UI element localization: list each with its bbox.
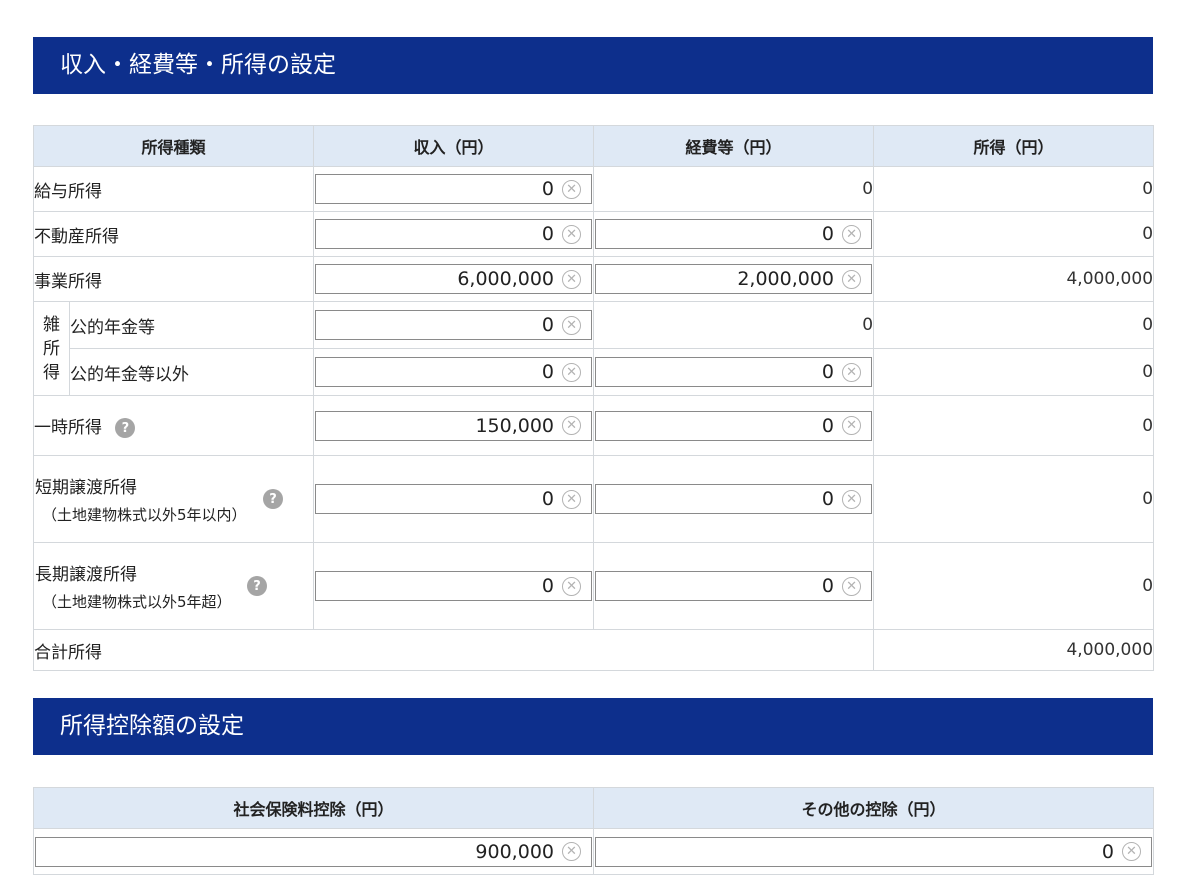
row-total: 合計所得 4,000,000 — [32, 629, 1155, 671]
row-fudosan: 不動産所得 0 ✕ 0 ✕ 0 — [32, 211, 1155, 257]
income-value: 0 — [541, 488, 555, 510]
deduction-row: 900,000 ✕ 0 ✕ — [33, 828, 1154, 875]
row-label: 公的年金等 — [68, 301, 315, 349]
row-nenkin: 雑所得 公的年金等 0 ✕ 0 0 — [33, 301, 1155, 396]
income-input[interactable]: 150,000 ✕ — [315, 410, 593, 441]
total-value: 4,000,000 — [873, 629, 1155, 671]
header-income-type: 所得種類 — [32, 125, 315, 167]
expense-input[interactable]: 0 ✕ — [595, 410, 873, 441]
expense-input[interactable]: 0 ✕ — [595, 357, 873, 387]
clear-circle-icon[interactable]: ✕ — [842, 489, 862, 509]
row-label: 事業所得 — [32, 256, 315, 302]
row-label: 不動産所得 — [32, 211, 315, 257]
help-question-icon[interactable]: ? — [263, 489, 284, 509]
row-label: 一時所得 — [34, 418, 102, 438]
expense-value: 0 — [821, 488, 835, 510]
result-value: 0 — [873, 395, 1155, 456]
expense-input[interactable]: 0 ✕ — [595, 484, 873, 514]
clear-circle-icon[interactable]: ✕ — [562, 224, 582, 244]
income-value: 0 — [541, 575, 555, 597]
income-input[interactable]: 0 ✕ — [315, 174, 593, 204]
header-social-insurance: 社会保険料控除（円） — [33, 787, 594, 829]
income-input[interactable]: 0 ✕ — [315, 357, 593, 387]
header-expense: 経費等（円） — [593, 125, 875, 167]
result-value: 0 — [873, 348, 1155, 396]
other-deduction-input[interactable]: 0 ✕ — [595, 836, 1152, 867]
clear-circle-icon[interactable]: ✕ — [562, 269, 582, 289]
clear-circle-icon[interactable]: ✕ — [562, 842, 581, 861]
header-other-deduction: その他の控除（円） — [593, 787, 1154, 829]
row-label-cell: 短期譲渡所得 （土地建物株式以外5年以内） ? — [32, 455, 315, 543]
row-label-cell: 長期譲渡所得 （土地建物株式以外5年超） ? — [32, 542, 315, 630]
clear-circle-icon[interactable]: ✕ — [562, 416, 582, 435]
row-sublabel: （土地建物株式以外5年超） — [42, 593, 232, 611]
row-label: 給与所得 — [32, 166, 315, 212]
expense-value: 0 — [821, 414, 835, 437]
income-value: 0 — [541, 361, 555, 383]
row-choki: 長期譲渡所得 （土地建物株式以外5年超） ? 0 ✕ 0 ✕ 0 — [32, 542, 1155, 630]
other-deduction-value: 0 — [1101, 840, 1114, 863]
social-insurance-value: 900,000 — [475, 840, 554, 863]
income-input[interactable]: 6,000,000 ✕ — [315, 264, 593, 294]
total-label: 合計所得 — [32, 629, 875, 671]
income-section-title: 収入・経費等・所得の設定 — [33, 37, 1153, 94]
expense-value: 0 — [593, 301, 875, 349]
result-value: 0 — [873, 301, 1155, 349]
deduction-table-header: 社会保険料控除（円） その他の控除（円） — [33, 787, 1154, 829]
row-jigyo: 事業所得 6,000,000 ✕ 2,000,000 ✕ 4,000,000 — [32, 256, 1155, 302]
income-value: 0 — [541, 223, 555, 245]
deduction-table: 社会保険料控除（円） その他の控除（円） 900,000 ✕ 0 ✕ — [33, 787, 1154, 875]
income-input[interactable]: 0 ✕ — [315, 219, 593, 249]
expense-value: 0 — [821, 361, 835, 383]
expense-input[interactable]: 0 ✕ — [595, 571, 873, 601]
social-insurance-input[interactable]: 900,000 ✕ — [35, 836, 592, 867]
row-kyuyo: 給与所得 0 ✕ 0 0 — [32, 166, 1155, 212]
result-value: 4,000,000 — [873, 256, 1155, 302]
row-label: 長期譲渡所得 — [35, 565, 137, 585]
clear-circle-icon[interactable]: ✕ — [1122, 842, 1141, 861]
income-value: 0 — [541, 178, 555, 200]
header-income: 収入（円） — [313, 125, 595, 167]
clear-circle-icon[interactable]: ✕ — [562, 362, 582, 382]
clear-circle-icon[interactable]: ✕ — [562, 576, 582, 596]
header-result: 所得（円） — [873, 125, 1155, 167]
income-input[interactable]: 0 ✕ — [315, 310, 593, 340]
income-table-header: 所得種類 収入（円） 経費等（円） 所得（円） — [32, 125, 1155, 167]
result-value: 0 — [873, 542, 1155, 630]
expense-value: 0 — [821, 223, 835, 245]
clear-circle-icon[interactable]: ✕ — [842, 269, 862, 289]
zatsu-group-label: 雑所得 — [33, 301, 70, 396]
clear-circle-icon[interactable]: ✕ — [842, 224, 862, 244]
help-question-icon[interactable]: ? — [247, 576, 268, 596]
clear-circle-icon[interactable]: ✕ — [562, 315, 582, 335]
clear-circle-icon[interactable]: ✕ — [842, 362, 862, 382]
row-label: 公的年金等以外 — [68, 348, 315, 396]
row-tanki: 短期譲渡所得 （土地建物株式以外5年以内） ? 0 ✕ 0 ✕ 0 — [32, 455, 1155, 543]
row-ichiji: 一時所得 ? 150,000 ✕ 0 ✕ 0 — [32, 395, 1155, 456]
clear-circle-icon[interactable]: ✕ — [842, 576, 862, 596]
result-value: 0 — [873, 455, 1155, 543]
clear-circle-icon[interactable]: ✕ — [842, 416, 862, 435]
expense-input[interactable]: 0 ✕ — [595, 219, 873, 249]
help-question-icon[interactable]: ? — [115, 418, 136, 438]
income-table: 所得種類 収入（円） 経費等（円） 所得（円） 給与所得 0 ✕ 0 0 不動産所… — [32, 125, 1155, 671]
clear-circle-icon[interactable]: ✕ — [562, 489, 582, 509]
row-sublabel: （土地建物株式以外5年以内） — [42, 506, 247, 524]
expense-value: 0 — [821, 575, 835, 597]
deduction-section-title: 所得控除額の設定 — [33, 698, 1153, 755]
clear-circle-icon[interactable]: ✕ — [562, 179, 582, 199]
income-input[interactable]: 0 ✕ — [315, 571, 593, 601]
row-label: 短期譲渡所得 — [35, 478, 137, 498]
income-value: 0 — [541, 314, 555, 336]
row-label-cell: 一時所得 ? — [32, 395, 315, 456]
expense-input[interactable]: 2,000,000 ✕ — [595, 264, 873, 294]
expense-value: 0 — [593, 166, 875, 212]
income-input[interactable]: 0 ✕ — [315, 484, 593, 514]
result-value: 0 — [873, 166, 1155, 212]
income-value: 6,000,000 — [457, 268, 555, 290]
row-nenkin-igai: 公的年金等以外 0 ✕ 0 ✕ 0 — [34, 348, 1155, 396]
expense-value: 2,000,000 — [737, 268, 835, 290]
result-value: 0 — [873, 211, 1155, 257]
income-value: 150,000 — [475, 414, 555, 437]
